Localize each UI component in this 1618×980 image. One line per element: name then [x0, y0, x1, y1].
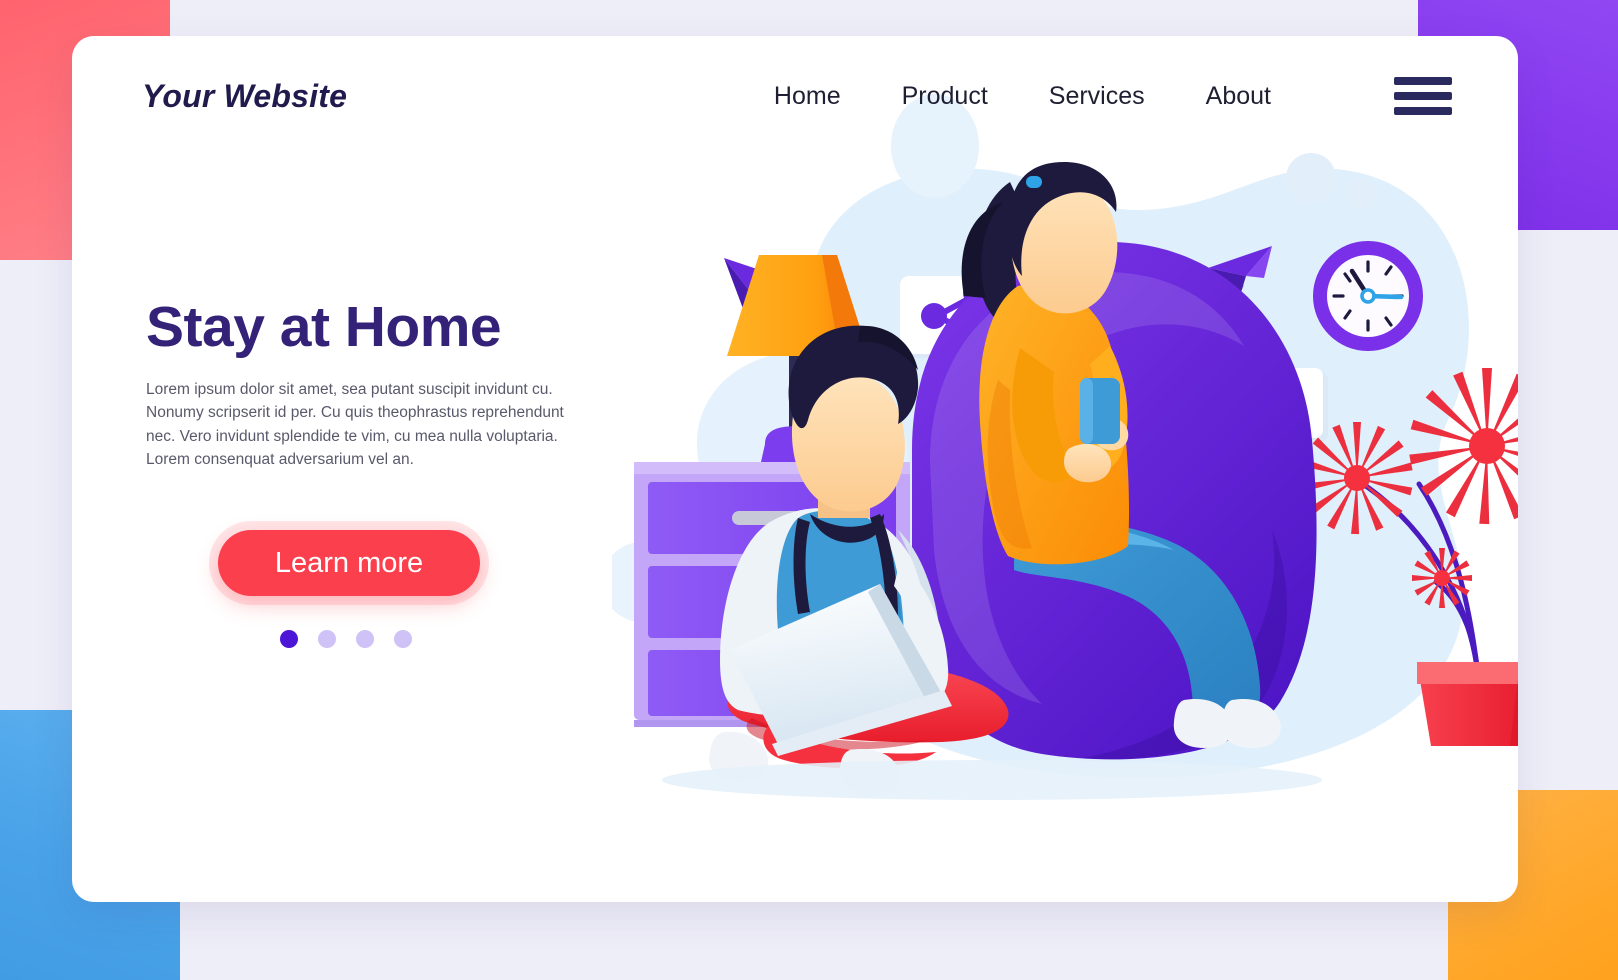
carousel-dot-4[interactable]	[394, 630, 412, 649]
hero-title: Stay at Home	[146, 295, 502, 359]
carousel-dot-3[interactable]	[356, 630, 374, 649]
wall-clock-icon	[1313, 241, 1423, 351]
hamburger-bar-middle	[1394, 92, 1452, 100]
learn-more-button[interactable]: Learn more	[218, 530, 480, 597]
main-navigation: Home Product Services About	[774, 77, 1452, 115]
landing-page-card: Your Website Home Product Services About…	[72, 36, 1518, 902]
nav-link-about[interactable]: About	[1206, 82, 1271, 111]
hero-paragraph: Lorem ipsum dolor sit amet, sea putant s…	[146, 380, 564, 469]
hero-copy-column: Stay at Home Lorem ipsum dolor sit amet,…	[146, 295, 666, 649]
nav-link-services[interactable]: Services	[1049, 82, 1145, 111]
hamburger-bar-top	[1394, 77, 1452, 85]
flower-pot	[1417, 662, 1518, 746]
floor-shadow	[662, 760, 1322, 800]
hamburger-bar-bottom	[1394, 107, 1452, 115]
carousel-dots	[280, 630, 666, 649]
nav-link-product[interactable]: Product	[902, 82, 988, 111]
carousel-dot-1[interactable]	[280, 630, 298, 649]
brand-logo: Your Website	[142, 77, 348, 114]
carousel-dot-2[interactable]	[318, 630, 336, 649]
site-header: Your Website Home Product Services About	[72, 36, 1518, 156]
nav-link-home[interactable]: Home	[774, 82, 841, 111]
hamburger-icon[interactable]	[1394, 77, 1452, 115]
hero-illustration	[612, 90, 1518, 902]
